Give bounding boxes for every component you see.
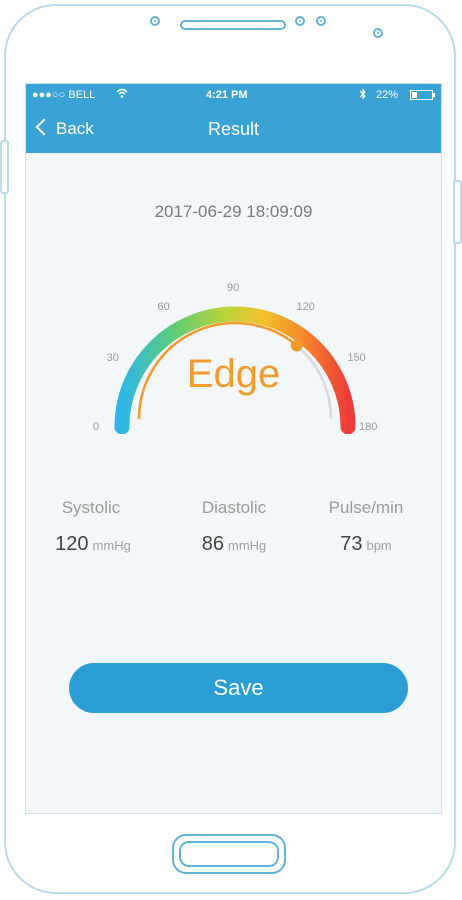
gauge-tick-180: 180	[359, 421, 378, 433]
pulse-label: Pulse/min	[328, 498, 404, 517]
diastolic-unit: mmHg	[227, 538, 267, 553]
diastolic-label: Diastolic	[201, 498, 267, 517]
blood-pressure-gauge	[114, 306, 356, 434]
gauge-tick-120: 120	[296, 300, 315, 313]
systolic-value: 120 mmHg	[28, 533, 158, 556]
save-button[interactable]: Save	[69, 663, 408, 713]
pulse-number: 73	[340, 533, 363, 555]
clock-time: 4:21 PM	[206, 89, 248, 101]
diastolic-number: 86	[201, 533, 224, 555]
battery-icon	[410, 90, 436, 103]
app-screen: ●●●○○ BELL 4:21 PM 22% Back Result 2017-…	[25, 83, 442, 814]
gauge-tick-0: 0	[93, 421, 100, 433]
page-title: Result	[207, 119, 260, 139]
sensor-dot-3	[373, 28, 383, 38]
diastolic-value: 86 mmHg	[169, 533, 299, 556]
pulse-unit: bpm	[366, 538, 392, 553]
gauge-tick-60: 60	[157, 300, 170, 313]
status-bar: ●●●○○ BELL 4:21 PM 22%	[26, 84, 441, 106]
battery-percent: 22%	[376, 89, 399, 101]
systolic-unit: mmHg	[92, 538, 131, 553]
carrier-label: ●●●○○ BELL	[32, 89, 96, 101]
nav-bar: Back Result	[26, 106, 441, 153]
volume-button[interactable]	[0, 140, 9, 194]
status-result: Edge	[186, 352, 281, 396]
home-button[interactable]	[172, 834, 286, 874]
systolic-label: Systolic	[61, 498, 121, 517]
gauge-tick-90: 90	[227, 282, 240, 294]
sensor-dot-2	[316, 16, 326, 26]
gauge-value-marker	[290, 339, 303, 352]
sensor-dot-1	[295, 16, 305, 26]
measurement-timestamp: 2017-06-29 18:09:09	[154, 202, 313, 221]
bluetooth-icon	[359, 88, 367, 103]
systolic-number: 120	[55, 533, 89, 555]
earpiece-speaker	[180, 20, 286, 30]
pulse-value: 73 bpm	[301, 533, 431, 556]
front-camera-dot	[150, 16, 160, 26]
power-button[interactable]	[453, 180, 462, 244]
wifi-icon	[116, 87, 128, 102]
